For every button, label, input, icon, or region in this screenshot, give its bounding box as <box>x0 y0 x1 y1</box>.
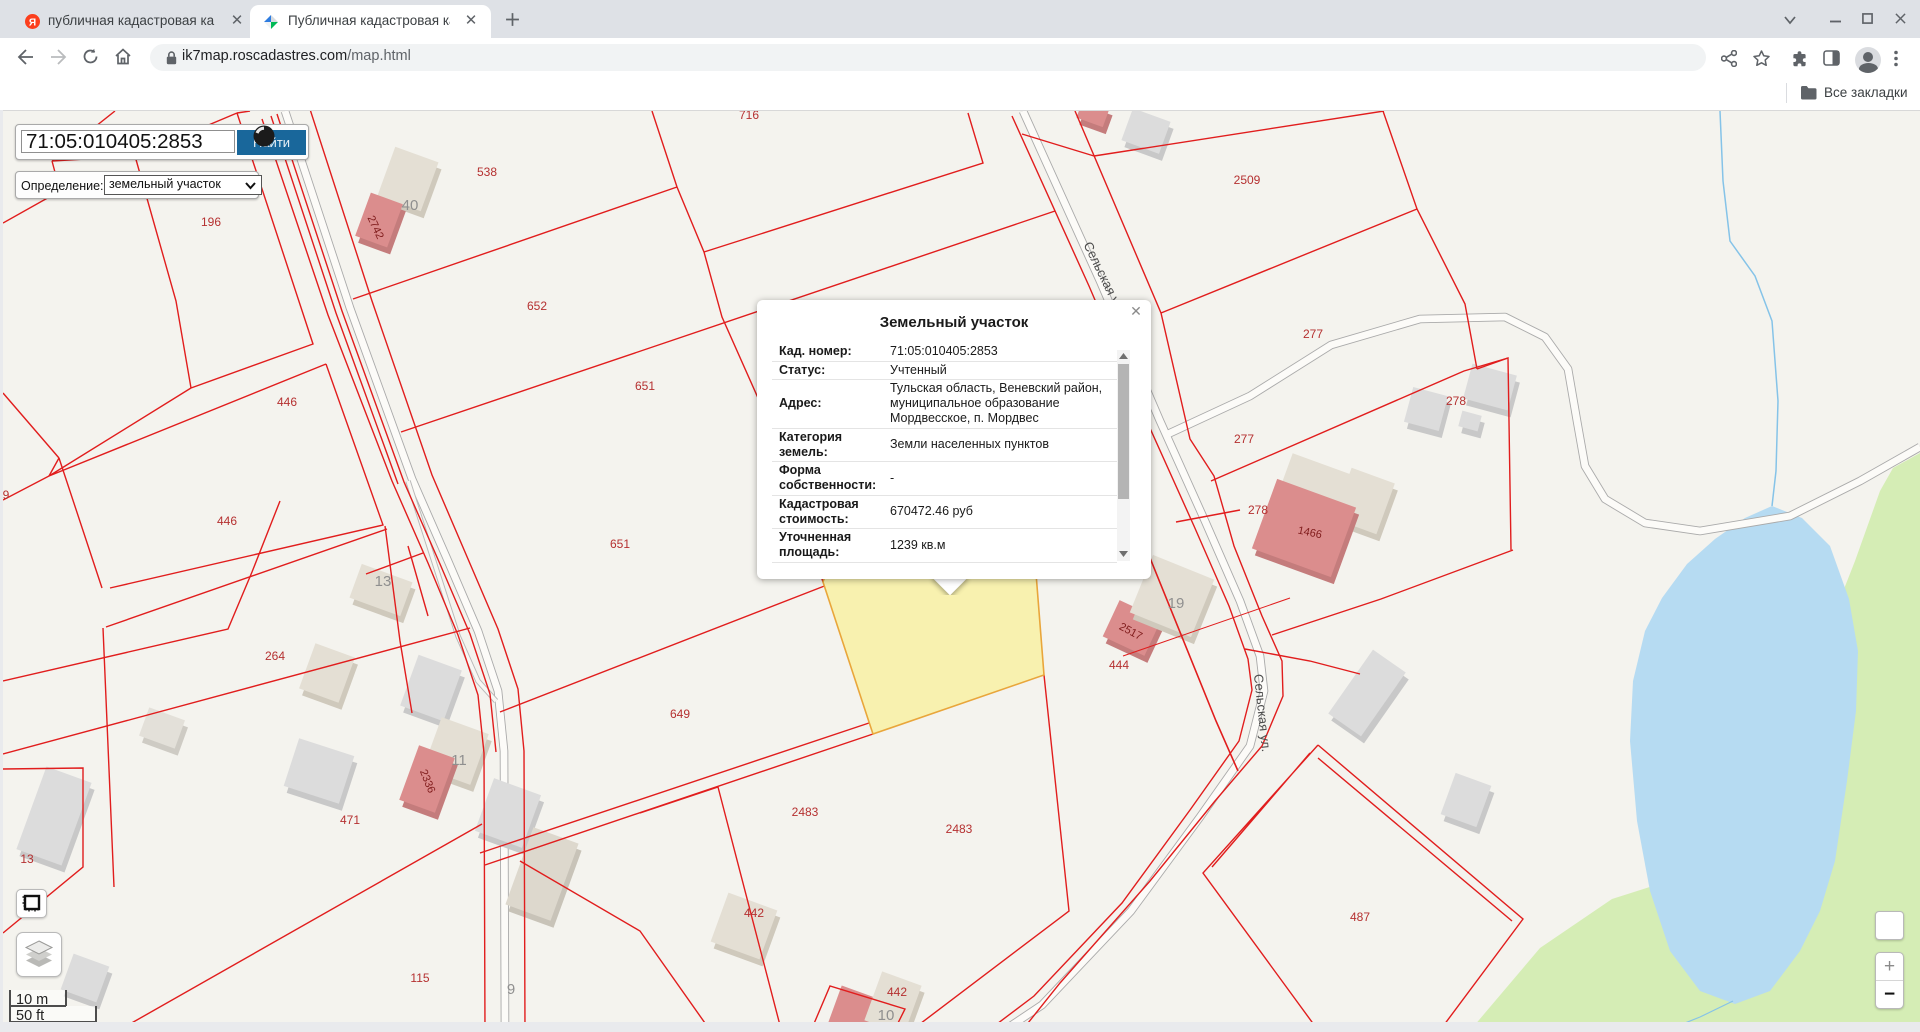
svg-text:50 ft: 50 ft <box>16 1008 44 1022</box>
svg-text:11: 11 <box>451 752 467 769</box>
svg-text:2483: 2483 <box>792 805 819 819</box>
svg-text:649: 649 <box>670 707 690 721</box>
svg-text:652: 652 <box>527 299 547 313</box>
svg-text:Я: Я <box>29 17 36 28</box>
svg-text:446: 446 <box>217 514 237 528</box>
svg-text:9: 9 <box>3 488 10 502</box>
svg-text:9: 9 <box>507 981 515 998</box>
svg-text:10 m: 10 m <box>16 992 48 1008</box>
svg-text:2509: 2509 <box>1234 173 1261 187</box>
svg-text:196: 196 <box>201 215 221 229</box>
svg-text:19: 19 <box>1168 595 1185 612</box>
svg-text:651: 651 <box>635 379 655 393</box>
svg-text:442: 442 <box>744 906 764 920</box>
svg-text:13: 13 <box>20 852 34 866</box>
svg-text:13: 13 <box>375 573 392 590</box>
svg-text:716: 716 <box>739 111 759 122</box>
svg-text:2483: 2483 <box>946 822 973 836</box>
svg-text:446: 446 <box>277 395 297 409</box>
svg-text:651: 651 <box>610 537 630 551</box>
svg-text:538: 538 <box>477 165 497 179</box>
svg-text:444: 444 <box>1109 658 1129 672</box>
svg-text:278: 278 <box>1446 394 1466 408</box>
svg-text:40: 40 <box>402 197 419 214</box>
svg-text:442: 442 <box>887 985 907 999</box>
svg-text:277: 277 <box>1303 327 1323 341</box>
svg-text:115: 115 <box>410 971 429 985</box>
svg-text:278: 278 <box>1248 503 1268 517</box>
svg-text:471: 471 <box>340 813 360 827</box>
svg-text:487: 487 <box>1350 910 1370 924</box>
svg-text:264: 264 <box>265 649 285 663</box>
svg-text:277: 277 <box>1234 432 1254 446</box>
svg-text:10: 10 <box>878 1007 895 1022</box>
